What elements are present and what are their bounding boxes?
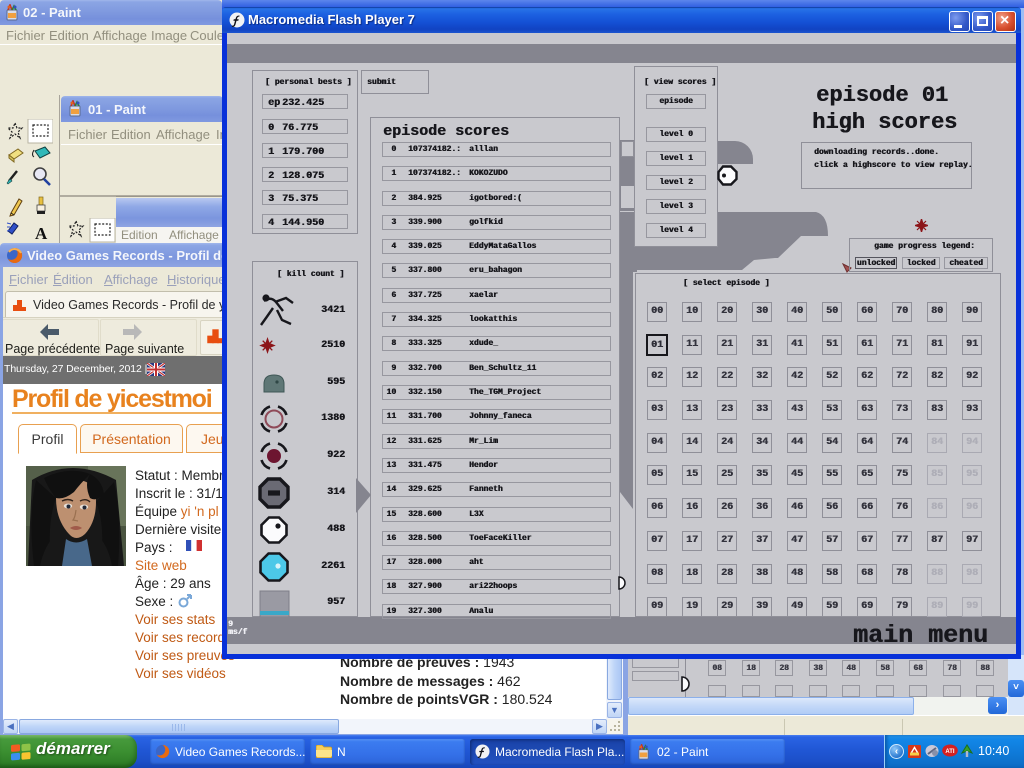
svg-text:A: A	[35, 224, 48, 243]
svg-text:ATI: ATI	[945, 749, 955, 755]
